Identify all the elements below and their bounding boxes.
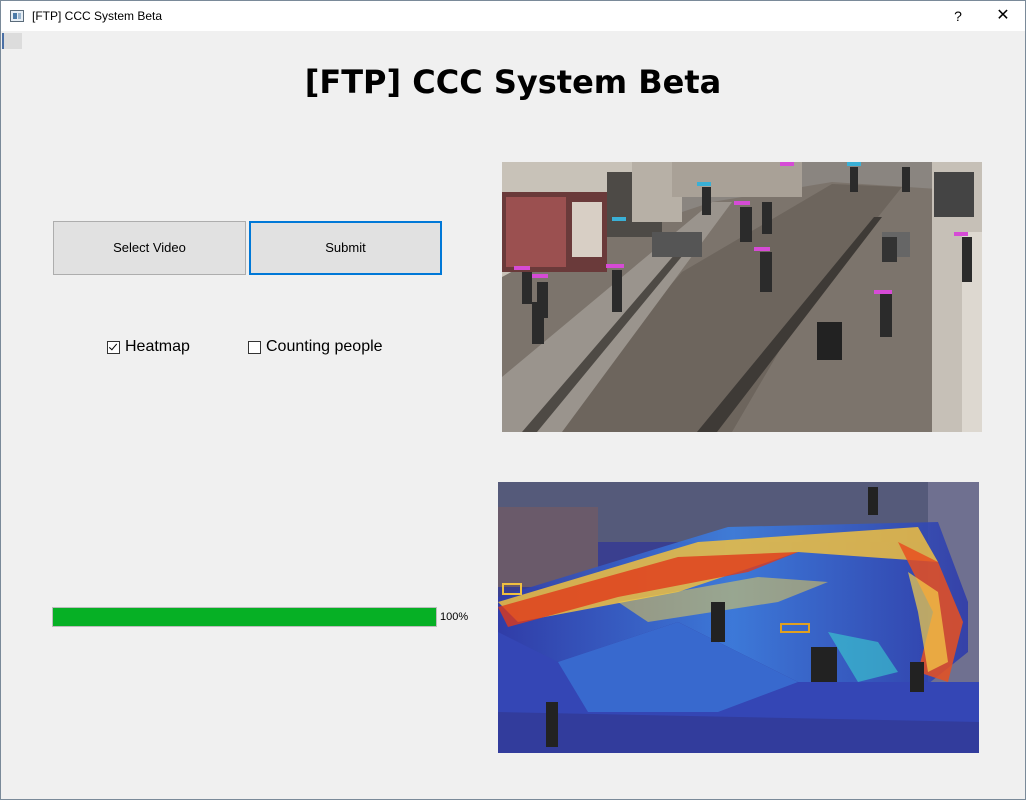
progress-bar (52, 607, 437, 627)
counting-people-checkbox-label: Counting people (266, 338, 383, 355)
page-title: [FTP] CCC System Beta (304, 63, 722, 101)
close-button[interactable]: ✕ (981, 1, 1025, 31)
select-video-button[interactable]: Select Video (53, 221, 246, 275)
title-bar: [FTP] CCC System Beta ? ✕ (1, 1, 1025, 31)
heatmap-frame (498, 482, 979, 753)
progress-bar-fill (53, 608, 436, 626)
app-window: [FTP] CCC System Beta ? ✕ [FTP] CCC Syst… (0, 0, 1026, 800)
counting-people-checkbox-box[interactable] (248, 340, 261, 354)
counting-people-checkbox[interactable]: Counting people (248, 338, 383, 356)
toolbar-grip (2, 33, 22, 49)
video-frame (502, 162, 982, 432)
submit-button[interactable]: Submit (249, 221, 442, 275)
heatmap-checkbox-box[interactable] (107, 340, 120, 354)
app-window-icon (10, 10, 24, 22)
help-button[interactable]: ? (937, 1, 979, 31)
heatmap-image (498, 482, 979, 753)
heatmap-checkbox-label: Heatmap (125, 338, 190, 355)
window-title: [FTP] CCC System Beta (32, 9, 163, 23)
progress-text: 100% (440, 611, 469, 623)
heatmap-checkbox[interactable]: Heatmap (107, 338, 190, 356)
video-frame-image (502, 162, 982, 432)
